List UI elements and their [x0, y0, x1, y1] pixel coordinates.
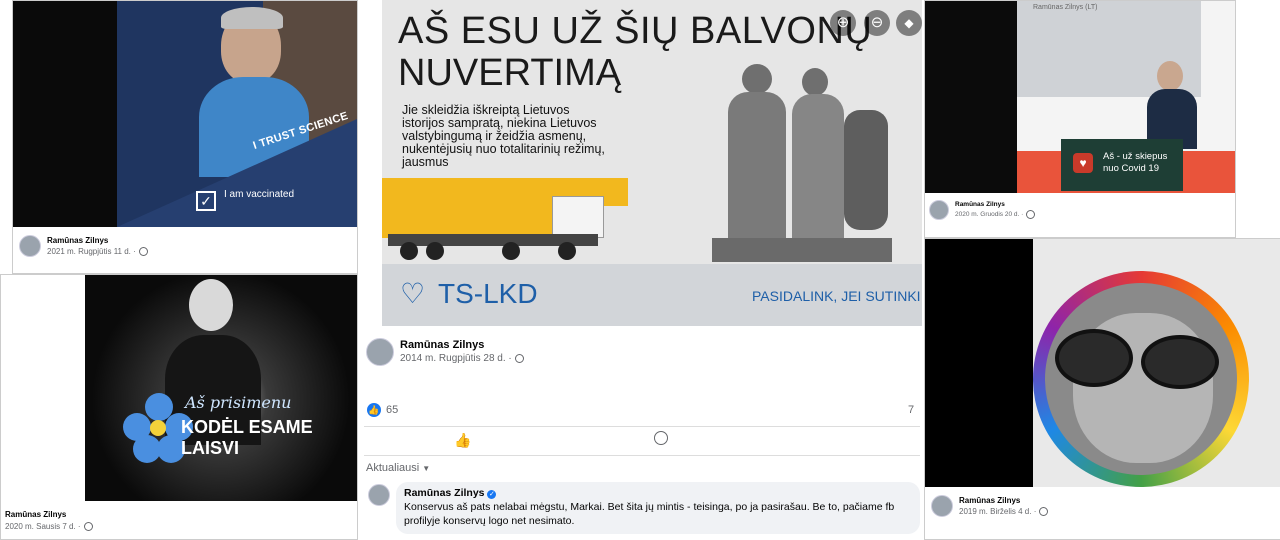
like-button[interactable]: 👍 — [454, 432, 471, 449]
post-card-profile-picture: Ramūnas Zilnys 2019 m. Birželis 4 d. · — [924, 238, 1280, 540]
globe-icon — [514, 353, 524, 363]
share-call-to-action: PASIDALINK, JEI SUTINKI — [752, 288, 921, 304]
body-text: Jie skleidžia iškreiptą Lietuvos istorij… — [402, 103, 605, 169]
globe-icon — [1026, 210, 1036, 219]
sunglasses — [1055, 329, 1133, 387]
avatar[interactable] — [366, 338, 394, 366]
tag-icon[interactable]: ◆ — [896, 10, 922, 36]
author-name[interactable]: Ramūnas Zilnys — [955, 200, 1035, 210]
comment-text: Konservus aš pats nelabai mėgstu, Markai… — [404, 501, 895, 527]
commenter-name[interactable]: Ramūnas Zilnys — [404, 487, 485, 499]
podium-sign-text: Aš - už skiepus nuo Covid 19 — [1103, 151, 1168, 174]
heart-logo-icon: ♥ — [1073, 153, 1093, 173]
overlay-script-text: Aš prisimenu — [185, 393, 292, 412]
chevron-down-icon: ▼ — [422, 464, 431, 473]
post-image-balvonai[interactable]: AŠ ESU UŽ ŠIŲ BALVONŲ NUVERTIMĄ Jie skle… — [382, 0, 922, 326]
checkbox-icon: ✓ — [196, 191, 216, 211]
post-date[interactable]: 2019 m. Birželis 4 d. · — [959, 507, 1036, 516]
party-logo: TS-LKD — [438, 278, 538, 309]
profile-picture-photo[interactable] — [925, 239, 1280, 487]
post-photo-conference[interactable]: Ramūnas Zilnys (LT) ♥ Aš - už skiepus nu… — [925, 1, 1235, 193]
post-date[interactable]: 2014 m. Rugpjūtis 28 d. · — [400, 353, 512, 364]
globe-icon — [83, 522, 93, 532]
avatar[interactable] — [931, 495, 953, 517]
comment-sort-dropdown[interactable]: Aktualiausi ▼ — [366, 462, 430, 474]
post-photo-remember[interactable]: Aš prisimenu KODĖL ESAME LAISVI — [85, 275, 357, 501]
avatar[interactable] — [929, 200, 949, 221]
post-card-balvonai: AŠ ESU UŽ ŠIŲ BALVONŲ NUVERTIMĄ Jie skle… — [358, 0, 922, 538]
author-name[interactable]: Ramūnas Zilnys — [47, 235, 148, 246]
overlay-title: KODĖL ESAME LAISVI — [181, 417, 313, 458]
author-name[interactable]: Ramūnas Zilnys — [959, 495, 1048, 506]
verified-icon: ✓ — [487, 490, 497, 499]
commenter-avatar[interactable] — [368, 484, 390, 506]
sort-label: Aktualiausi — [366, 462, 420, 474]
avatar[interactable] — [19, 235, 41, 257]
comments-count[interactable]: 7 — [908, 404, 914, 416]
post-meta: Ramūnas Zilnys 2020 m. Sausis 7 d. · — [5, 509, 93, 533]
post-date[interactable]: 2020 m. Gruodis 20 d. · — [955, 211, 1023, 218]
post-card-vaccinated: I TRUST SCIENCE ✓ I am vaccinated Ramūna… — [12, 0, 358, 274]
screen-title: Ramūnas Zilnys (LT) — [1033, 4, 1098, 11]
post-meta: Ramūnas Zilnys 2021 m. Rugpjūtis 11 d. · — [19, 235, 148, 257]
author-name[interactable]: Ramūnas Zilnys — [400, 338, 524, 352]
zoom-in-icon[interactable]: ⊕ — [830, 10, 856, 36]
comment-bubble: Ramūnas Zilnys ✓ Konservus aš pats nelab… — [396, 482, 920, 534]
post-date[interactable]: 2020 m. Sausis 7 d. · — [5, 522, 81, 531]
post-card-remember: Aš prisimenu KODĖL ESAME LAISVI Ramūnas … — [0, 274, 358, 540]
post-date[interactable]: 2021 m. Rugpjūtis 11 d. · — [47, 247, 136, 256]
post-meta: Ramūnas Zilnys 2020 m. Gruodis 20 d. · — [929, 200, 1036, 221]
post-photo-vaccinated[interactable]: I TRUST SCIENCE ✓ I am vaccinated — [13, 1, 357, 227]
comment-button[interactable] — [654, 431, 668, 445]
like-reaction-icon[interactable]: 👍 — [367, 403, 381, 417]
author-name[interactable]: Ramūnas Zilnys — [5, 509, 93, 521]
globe-icon — [138, 247, 148, 257]
post-meta: Ramūnas Zilnys 2019 m. Birželis 4 d. · — [931, 495, 1049, 517]
post-meta: Ramūnas Zilnys 2014 m. Rugpjūtis 28 d. · — [366, 338, 524, 366]
likes-count[interactable]: 65 — [386, 404, 398, 416]
vaccinated-badge-text: I am vaccinated — [224, 189, 295, 200]
headline: AŠ ESU UŽ ŠIŲ BALVONŲ — [398, 10, 873, 52]
post-card-vaccine-support: Ramūnas Zilnys (LT) ♥ Aš - už skiepus nu… — [924, 0, 1236, 238]
headline-line2: NUVERTIMĄ — [398, 52, 622, 94]
zoom-out-icon[interactable]: ⊖ — [864, 10, 890, 36]
heart-logo-icon: ♡ — [400, 278, 426, 309]
globe-icon — [1039, 507, 1049, 517]
